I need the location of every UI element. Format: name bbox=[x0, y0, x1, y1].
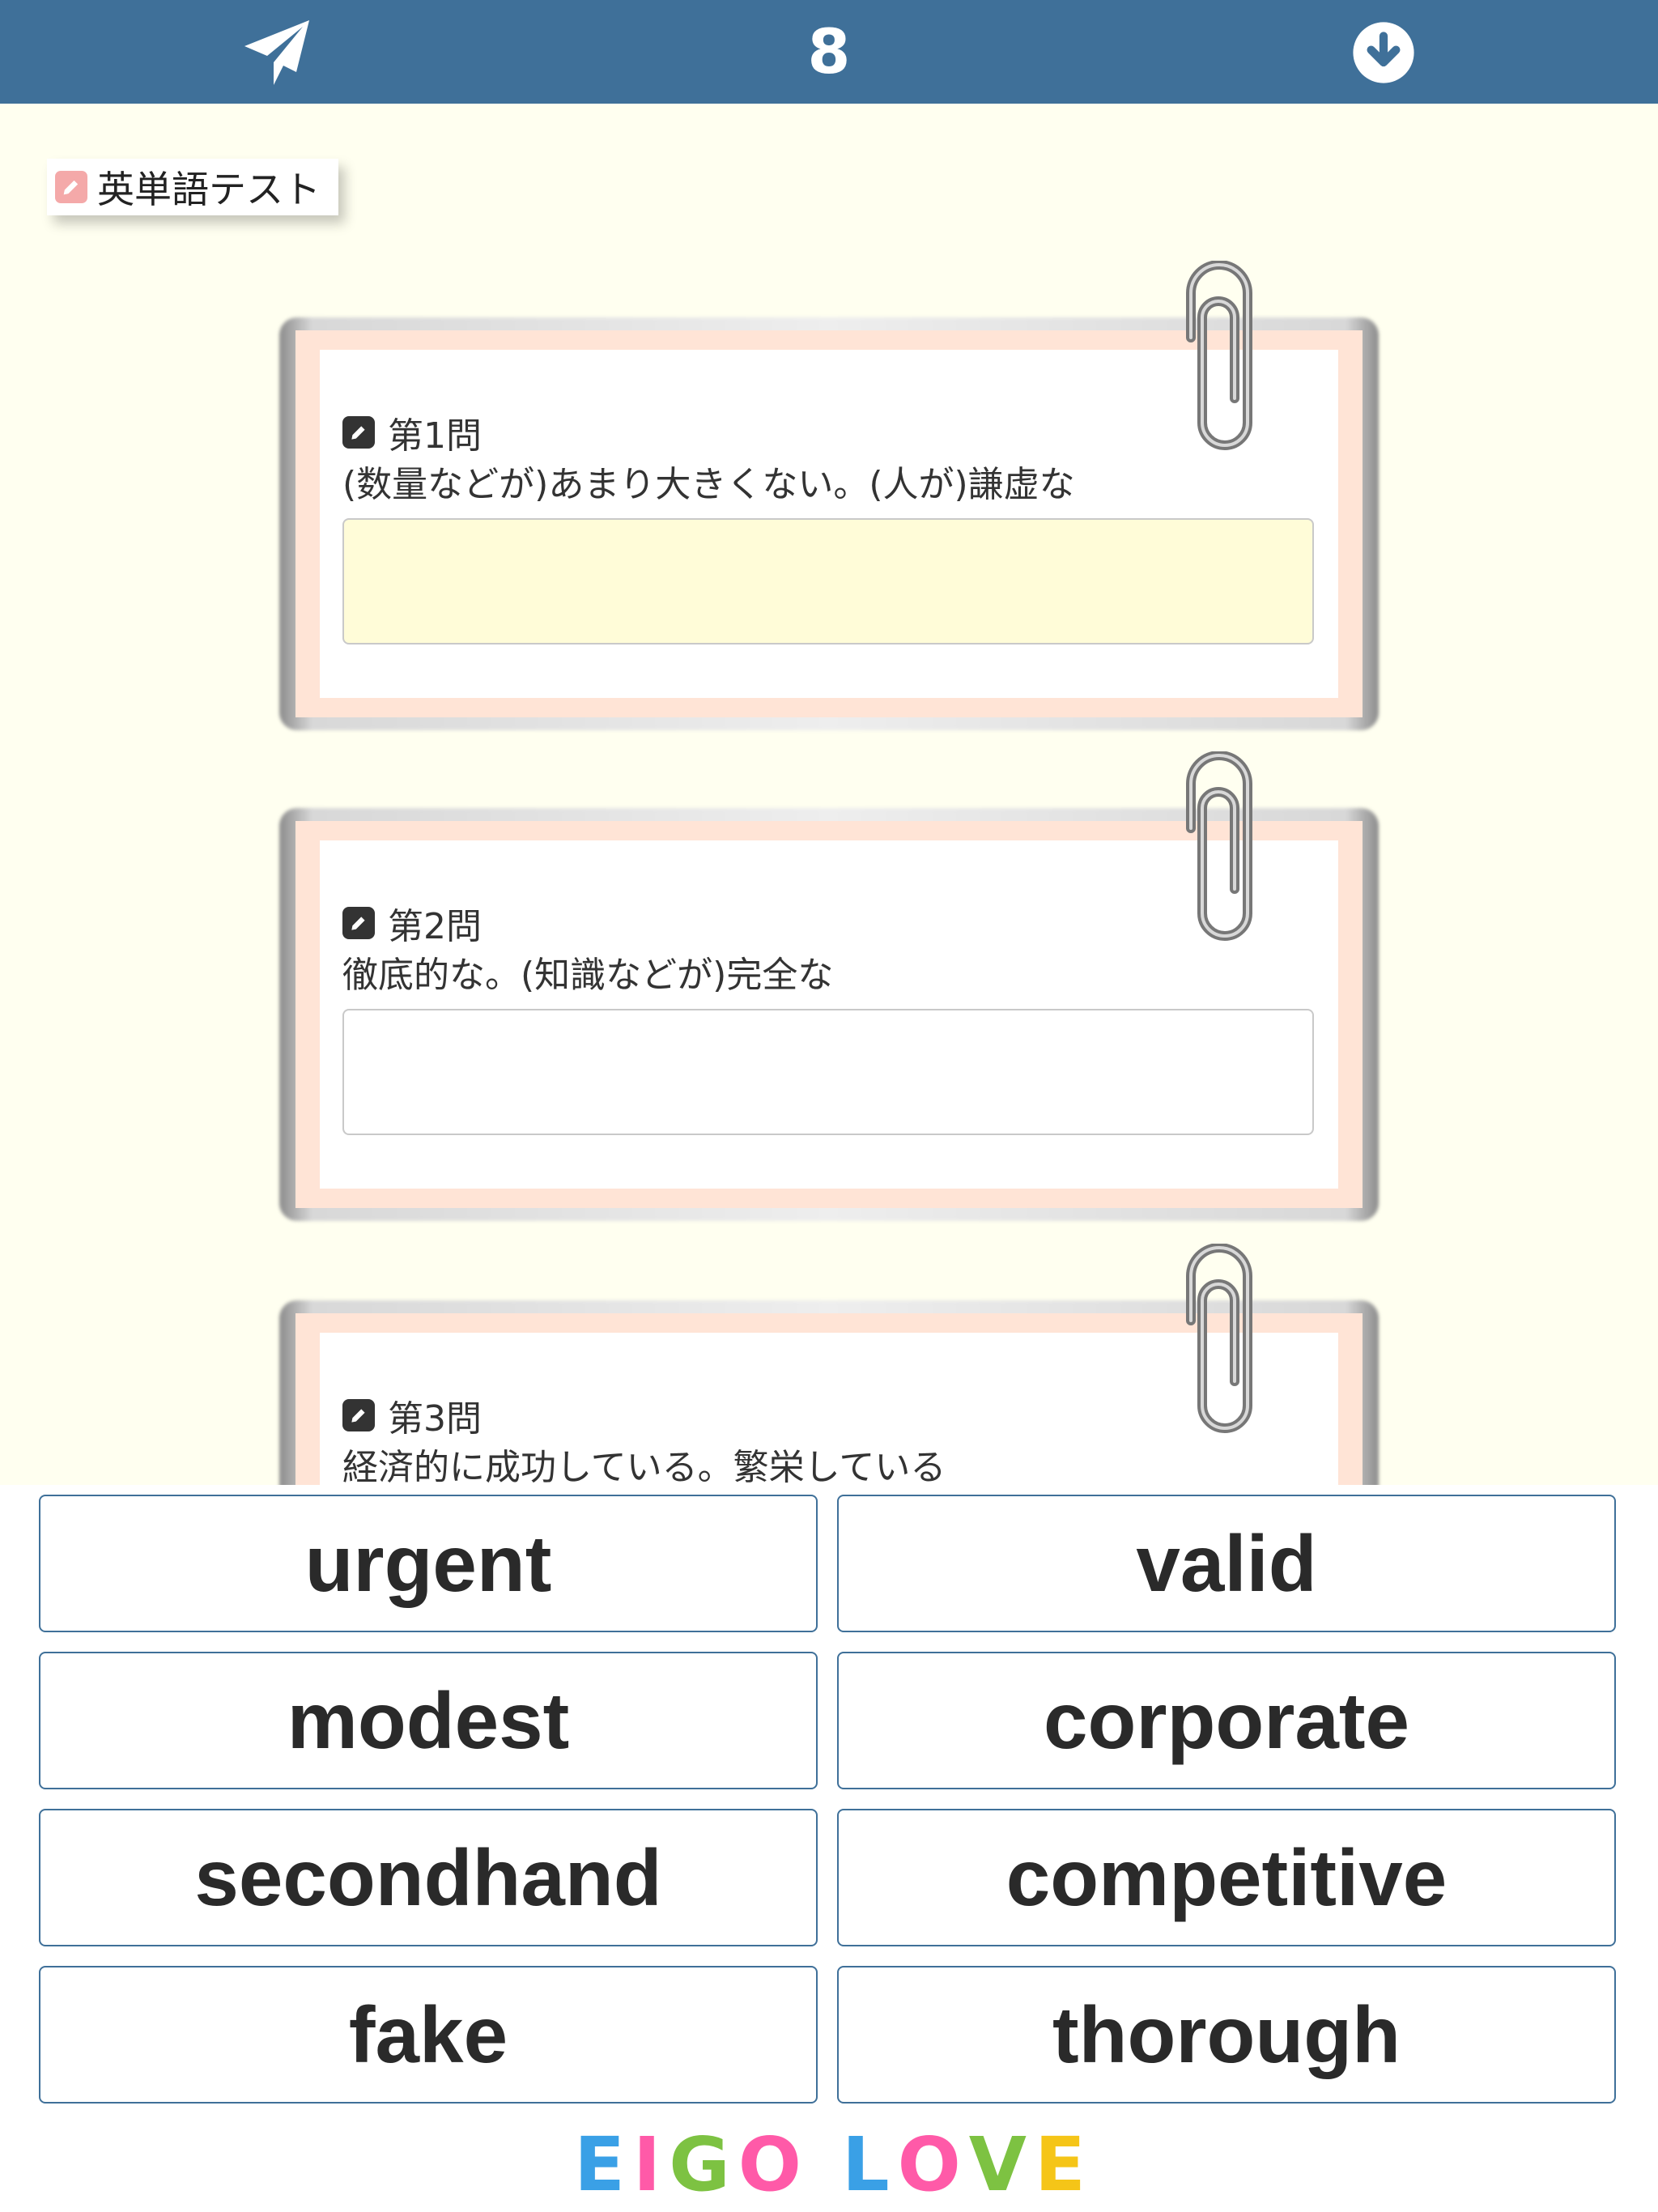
choice-button[interactable]: competitive bbox=[837, 1809, 1616, 1946]
choice-button[interactable]: fake bbox=[39, 1966, 818, 2104]
choice-button[interactable]: corporate bbox=[837, 1652, 1616, 1789]
edit-icon bbox=[342, 416, 375, 449]
answer-field[interactable] bbox=[342, 518, 1314, 644]
download-circle-icon[interactable] bbox=[1339, 8, 1428, 97]
logo-letter: O bbox=[738, 2121, 810, 2208]
choice-button[interactable]: urgent bbox=[39, 1495, 818, 1632]
question-card: 第2問 徹底的な。(知識などが)完全な bbox=[279, 751, 1379, 1221]
choices-panel: urgent valid modest corporate secondhand… bbox=[0, 1485, 1658, 2212]
question-counter: 8 bbox=[807, 15, 851, 87]
question-label: 第3問 bbox=[342, 1389, 482, 1441]
eigo-love-logo: E I G O L O V E bbox=[567, 2121, 1101, 2208]
question-card: 第1問 (数量などが)あまり大きくない。(人が)謙虚な bbox=[279, 261, 1379, 730]
answer-field[interactable] bbox=[342, 1009, 1314, 1135]
choice-button[interactable]: secondhand bbox=[39, 1809, 818, 1946]
question-label: 第2問 bbox=[342, 897, 482, 949]
question-text: (数量などが)あまり大きくない。(人が)謙虚な bbox=[342, 464, 1075, 505]
logo-letter: E bbox=[1035, 2121, 1094, 2208]
edit-icon bbox=[342, 907, 375, 939]
test-title: 英単語テスト bbox=[97, 168, 321, 211]
logo-letter: V bbox=[968, 2121, 1035, 2208]
edit-icon bbox=[342, 1399, 375, 1431]
paperclip-icon bbox=[1186, 751, 1252, 941]
paperclip-icon bbox=[1186, 261, 1252, 450]
logo-letter: G bbox=[669, 2121, 738, 2208]
choice-button[interactable]: valid bbox=[837, 1495, 1616, 1632]
test-title-tag: 英単語テスト bbox=[47, 159, 338, 215]
logo-letter: O bbox=[897, 2121, 969, 2208]
top-bar: 8 bbox=[0, 0, 1658, 104]
question-label: 第1問 bbox=[342, 406, 482, 458]
choice-button[interactable]: modest bbox=[39, 1652, 818, 1789]
question-text: 徹底的な。(知識などが)完全な bbox=[342, 955, 834, 996]
paperclip-icon bbox=[1186, 1244, 1252, 1433]
logo-letter: E bbox=[574, 2121, 633, 2208]
logo-letter: I bbox=[632, 2121, 670, 2208]
question-text: 経済的に成功している。繁栄している bbox=[342, 1447, 946, 1488]
paper-plane-icon[interactable] bbox=[232, 8, 321, 97]
choice-button[interactable]: thorough bbox=[837, 1966, 1616, 2104]
pencil-icon bbox=[55, 171, 87, 203]
logo-letter: L bbox=[841, 2121, 898, 2208]
